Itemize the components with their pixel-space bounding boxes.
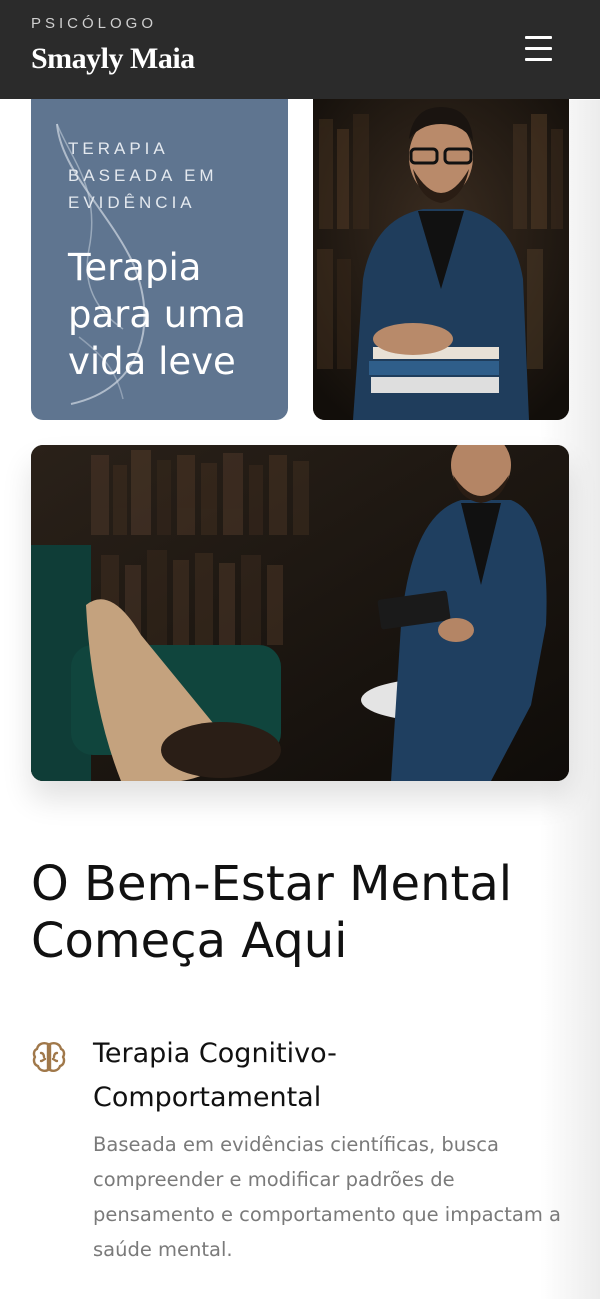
service-description: Baseada em evidências científicas, busca… — [93, 1133, 561, 1261]
hamburger-menu-icon[interactable] — [520, 33, 558, 65]
section-headline: O Bem-Estar Mental Começa Aqui — [31, 856, 513, 969]
site-header: PSICÓLOGO Smayly Maia — [0, 0, 600, 99]
brand-logo[interactable]: Smayly Maia — [31, 42, 195, 76]
psychologist-portrait-photo — [313, 99, 569, 420]
hero-card-title: Terapia para uma vida leve — [68, 246, 246, 383]
hero-card: TERAPIA BASEADA EM EVIDÊNCIA Terapia par… — [31, 99, 288, 420]
brand-kicker: PSICÓLOGO — [31, 15, 158, 32]
service-title: Terapia Cognitivo-Comportamental — [93, 1038, 337, 1113]
therapy-session-photo — [31, 445, 569, 781]
brain-icon — [31, 1039, 67, 1075]
hero-card-kicker: TERAPIA BASEADA EM EVIDÊNCIA — [68, 139, 218, 212]
